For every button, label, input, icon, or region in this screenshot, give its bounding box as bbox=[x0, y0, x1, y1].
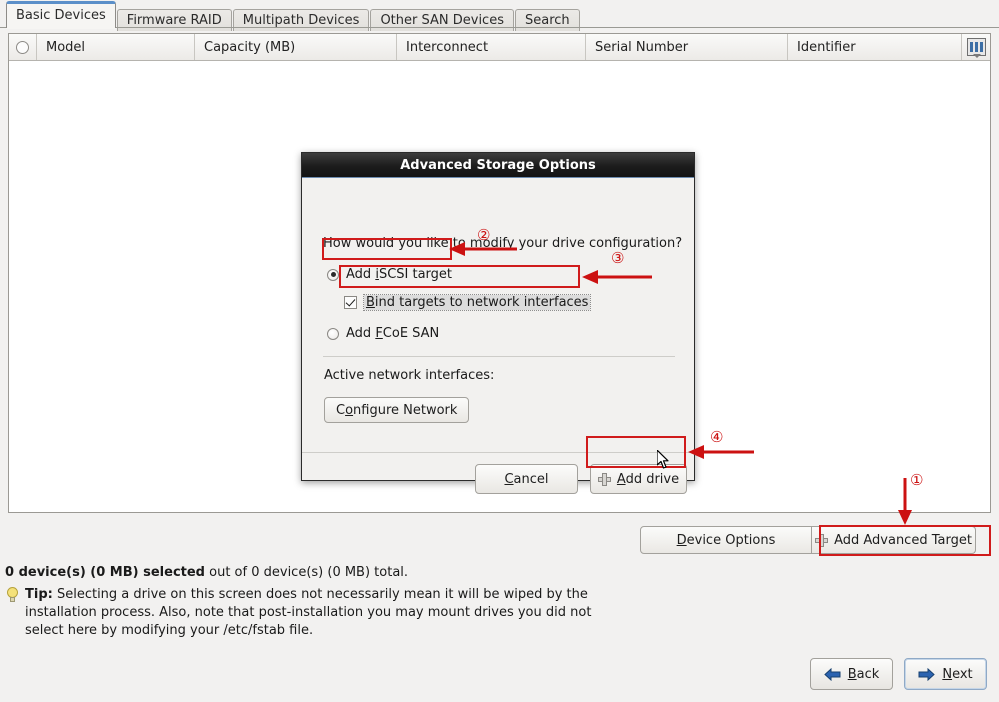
tip-label: Tip: bbox=[25, 587, 53, 602]
tab-label: Search bbox=[524, 13, 570, 28]
selection-status-rest: out of 0 device(s) (0 MB) total. bbox=[205, 565, 409, 580]
column-header-interconnect[interactable]: Interconnect bbox=[397, 34, 586, 60]
action-button-row: Device Options Add Advanced Target bbox=[640, 526, 976, 554]
tab-firmware-raid[interactable]: Firmware RAID bbox=[116, 9, 232, 31]
add-advanced-target-button[interactable]: Add Advanced Target bbox=[812, 526, 976, 554]
lightbulb-icon bbox=[5, 587, 20, 604]
tab-multipath-devices[interactable]: Multipath Devices bbox=[232, 9, 370, 31]
mnemonic-letter: B bbox=[847, 666, 857, 682]
dialog-footer-separator bbox=[302, 452, 694, 453]
selection-status: 0 device(s) (0 MB) selected out of 0 dev… bbox=[5, 565, 408, 580]
column-header-model[interactable]: Model bbox=[37, 34, 195, 60]
table-column-headers: Model Capacity (MB) Interconnect Serial … bbox=[9, 34, 990, 61]
add-drive-button[interactable]: Add drive bbox=[590, 464, 687, 494]
advanced-storage-options-dialog: Advanced Storage Options How would you l… bbox=[301, 152, 695, 494]
tab-strip: Basic Devices Firmware RAID Multipath De… bbox=[0, 0, 999, 31]
device-options-button[interactable]: Device Options bbox=[640, 526, 812, 554]
tab-search[interactable]: Search bbox=[514, 9, 580, 31]
column-header-label: Model bbox=[46, 39, 86, 55]
option-add-iscsi-target[interactable]: Add iSCSI target bbox=[327, 267, 452, 282]
mnemonic-letter: A bbox=[616, 471, 626, 487]
mnemonic-letter: C bbox=[504, 471, 514, 487]
dialog-question: How would you like to modify your drive … bbox=[323, 236, 683, 251]
tab-basic-devices[interactable]: Basic Devices bbox=[6, 1, 116, 28]
tab-other-san-devices[interactable]: Other SAN Devices bbox=[370, 9, 514, 31]
tab-label: Basic Devices bbox=[16, 8, 106, 23]
column-chooser-button[interactable] bbox=[962, 34, 990, 60]
column-chooser-icon[interactable] bbox=[966, 38, 986, 58]
radio-selected-icon[interactable] bbox=[327, 268, 339, 281]
selection-status-bold: 0 device(s) (0 MB) selected bbox=[5, 565, 205, 580]
dialog-separator bbox=[323, 356, 675, 357]
dialog-body: How would you like to modify your drive … bbox=[302, 178, 694, 494]
device-options-rest: evice Options bbox=[686, 532, 776, 548]
arrow-left-icon bbox=[823, 667, 841, 681]
tip-block: Tip: Selecting a drive on this screen do… bbox=[5, 586, 605, 640]
radio-unselected-icon[interactable] bbox=[16, 40, 29, 54]
column-header-label: Capacity (MB) bbox=[204, 39, 296, 55]
dialog-title-bar: Advanced Storage Options bbox=[302, 153, 694, 178]
tip-body: Selecting a drive on this screen does no… bbox=[25, 587, 592, 638]
column-header-identifier[interactable]: Identifier bbox=[788, 34, 962, 60]
mnemonic-letter: i bbox=[375, 267, 379, 282]
column-header-label: Identifier bbox=[797, 39, 856, 55]
device-options-label: Device Options bbox=[677, 533, 776, 548]
add-drive-label: Add drive bbox=[616, 471, 680, 487]
back-button[interactable]: Back bbox=[810, 658, 893, 690]
next-button[interactable]: Next bbox=[904, 658, 987, 690]
option-label: Bind targets to network interfaces bbox=[362, 294, 592, 311]
checkbox-checked-icon[interactable] bbox=[344, 296, 357, 309]
dialog-title: Advanced Storage Options bbox=[400, 157, 596, 173]
back-label: Back bbox=[847, 666, 880, 682]
tab-label: Multipath Devices bbox=[242, 13, 360, 28]
plus-icon bbox=[815, 533, 829, 547]
tab-list: Basic Devices Firmware RAID Multipath De… bbox=[6, 1, 581, 31]
tab-label: Firmware RAID bbox=[126, 13, 222, 28]
mnemonic-letter: B bbox=[366, 295, 375, 310]
tip-text: Tip: Selecting a drive on this screen do… bbox=[25, 586, 605, 640]
cancel-label: Cancel bbox=[504, 471, 549, 487]
column-header-label: Interconnect bbox=[406, 39, 489, 55]
next-label: Next bbox=[942, 666, 973, 682]
plus-icon bbox=[597, 472, 611, 486]
option-label: Add FCoE SAN bbox=[346, 326, 440, 341]
mnemonic-letter: o bbox=[345, 402, 354, 418]
add-advanced-target-label: Add Advanced Target bbox=[834, 532, 972, 548]
arrow-right-icon bbox=[918, 667, 936, 681]
column-header-serial-number[interactable]: Serial Number bbox=[586, 34, 788, 60]
configure-network-button[interactable]: Configure Network bbox=[324, 397, 470, 423]
option-label: Add iSCSI target bbox=[346, 267, 453, 282]
option-bind-targets[interactable]: Bind targets to network interfaces bbox=[344, 294, 592, 311]
column-header-capacity[interactable]: Capacity (MB) bbox=[195, 34, 397, 60]
column-header-label: Serial Number bbox=[595, 39, 689, 55]
active-interfaces-label: Active network interfaces: bbox=[324, 368, 495, 383]
column-header-select-all[interactable] bbox=[9, 34, 37, 60]
mnemonic-letter: N bbox=[942, 666, 953, 682]
tab-label: Other SAN Devices bbox=[380, 13, 504, 28]
mnemonic-letter: F bbox=[375, 326, 383, 341]
mnemonic-letter: D bbox=[676, 532, 687, 548]
option-add-fcoe-san[interactable]: Add FCoE SAN bbox=[327, 326, 439, 341]
radio-unselected-icon[interactable] bbox=[327, 327, 339, 340]
navigation-buttons: Back Next bbox=[810, 658, 987, 690]
configure-network-label: Configure Network bbox=[336, 402, 458, 418]
cancel-button[interactable]: Cancel bbox=[475, 464, 578, 494]
